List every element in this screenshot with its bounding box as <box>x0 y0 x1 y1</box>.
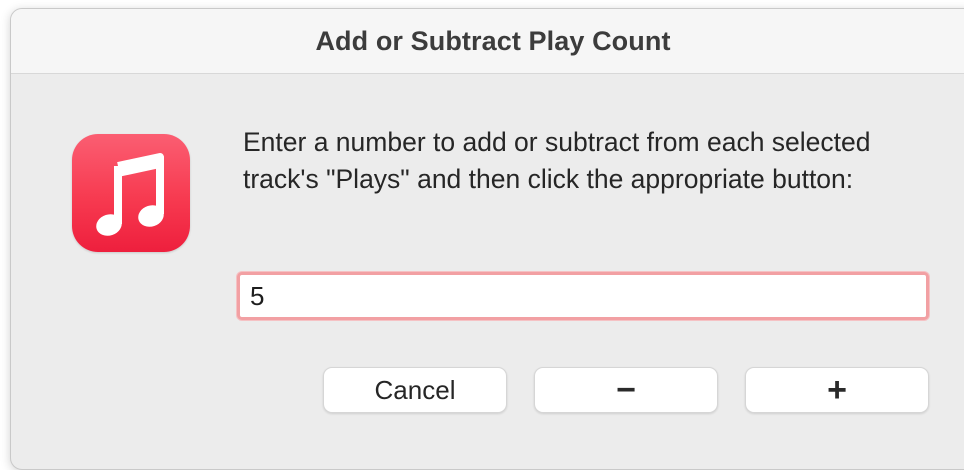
music-note-glyph <box>96 153 164 236</box>
add-button[interactable]: + <box>745 367 929 413</box>
play-count-dialog: Add or Subtract Play Count Enter a numbe… <box>10 8 964 470</box>
dialog-message: Enter a number to add or subtract from e… <box>243 127 871 194</box>
minus-icon: − <box>616 371 636 409</box>
play-count-input[interactable] <box>237 272 929 320</box>
dialog-title: Add or Subtract Play Count <box>315 26 671 56</box>
plus-icon: + <box>827 371 847 409</box>
music-note-icon <box>72 134 190 252</box>
subtract-button[interactable]: − <box>534 367 718 413</box>
cancel-button[interactable]: Cancel <box>323 367 507 413</box>
